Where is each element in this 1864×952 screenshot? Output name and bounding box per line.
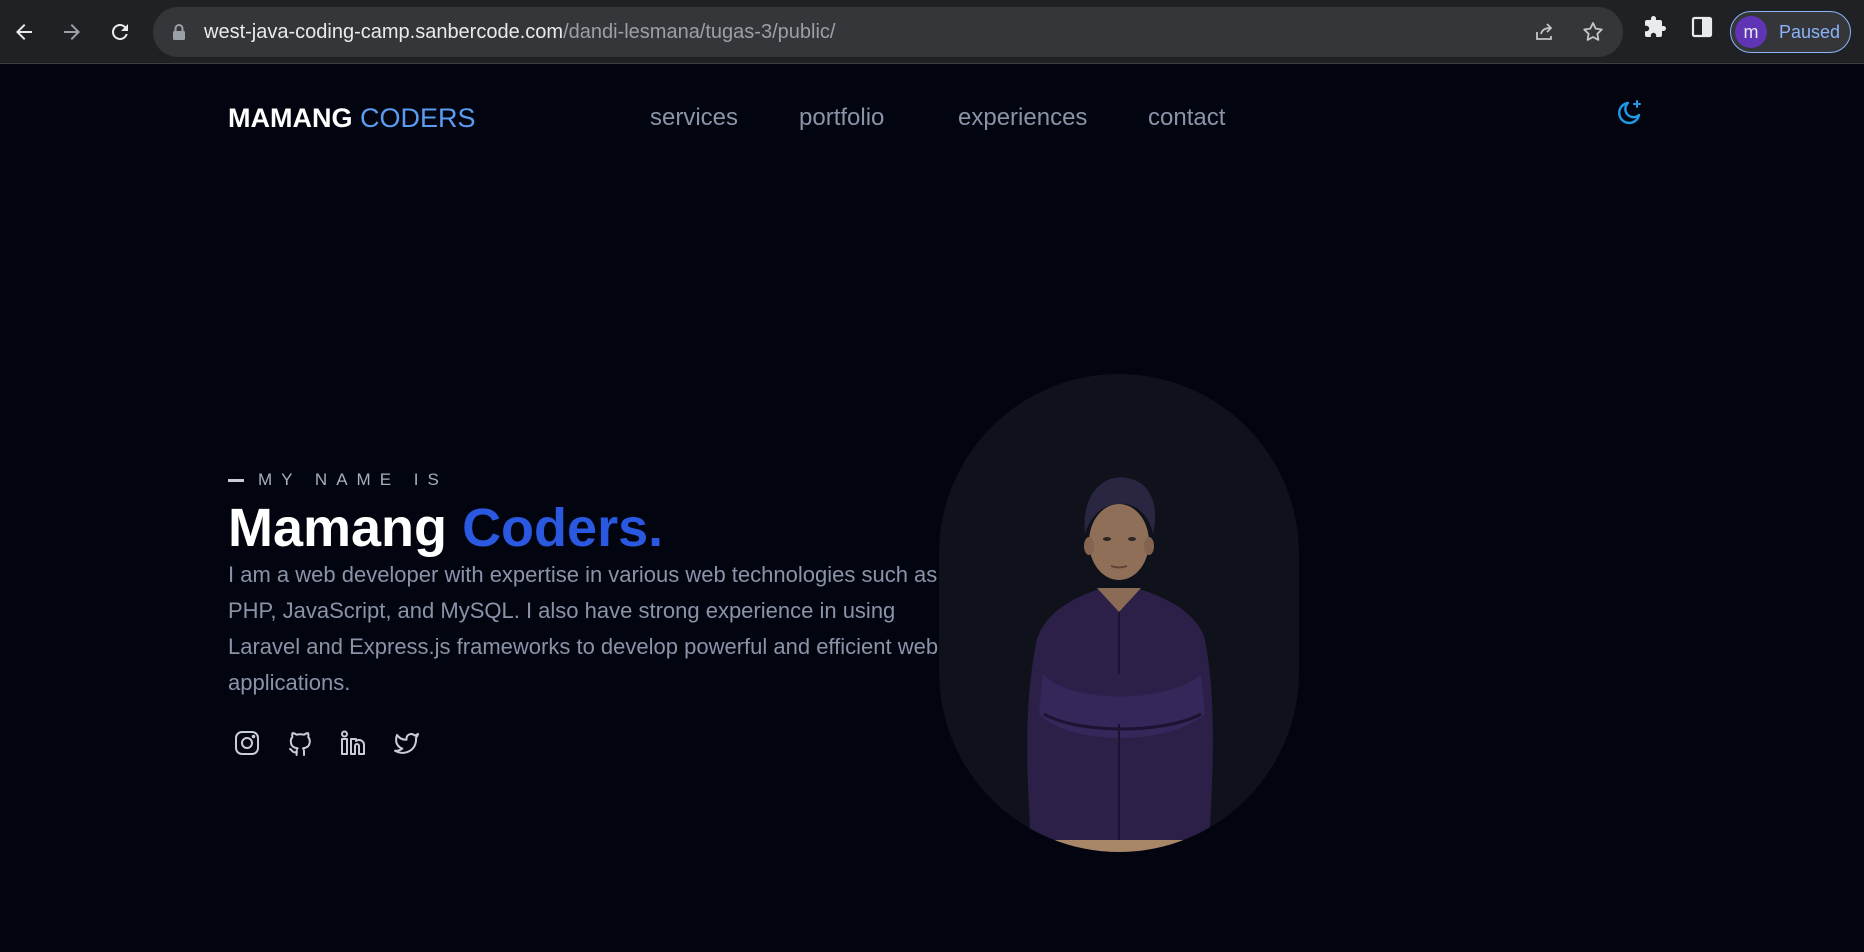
hero-name-accent: Coders. [462, 498, 664, 558]
nav-portfolio[interactable]: portfolio [799, 104, 884, 132]
back-icon [16, 24, 32, 40]
instagram-icon[interactable] [232, 728, 262, 758]
address-bar[interactable]: west-java-coding-camp.sanbercode.com/dan… [153, 7, 1623, 57]
logo-bold: MAMANG [228, 103, 353, 133]
hero-bio: I am a web developer with expertise in v… [228, 562, 939, 695]
linkedin-icon[interactable] [338, 728, 368, 758]
back-button[interactable] [4, 12, 44, 52]
browser-toolbar: west-java-coding-camp.sanbercode.com/dan… [0, 0, 1864, 64]
social-links [232, 728, 421, 758]
hero-name-first: Mamang [228, 498, 448, 558]
moon-sparkle-icon[interactable] [1614, 98, 1644, 132]
logo-accent: CODERS [360, 103, 476, 133]
profile-status: Paused [1779, 22, 1841, 42]
reload-button[interactable] [100, 12, 140, 52]
forward-icon [64, 24, 80, 40]
person-illustration [1027, 477, 1213, 852]
avatar: m [1735, 16, 1767, 48]
forward-button[interactable] [52, 12, 92, 52]
url-text[interactable]: west-java-coding-camp.sanbercode.com/dan… [204, 20, 835, 44]
hero-kicker: MY NAME IS [228, 470, 448, 490]
twitter-icon[interactable] [391, 728, 421, 758]
profile-button[interactable]: m Paused [1730, 11, 1851, 53]
page-viewport: MAMANG CODERS services portfolio experie… [0, 65, 1864, 952]
hero-title: Mamang Coders. [228, 497, 663, 559]
reload-icon [111, 23, 128, 40]
nav-experiences[interactable]: experiences [958, 104, 1087, 132]
lock-icon[interactable] [172, 23, 186, 45]
nav-contact[interactable]: contact [1148, 104, 1225, 132]
profile-photo [939, 374, 1299, 852]
site-logo[interactable]: MAMANG CODERS [228, 102, 476, 134]
extensions-icon[interactable] [1643, 15, 1667, 43]
share-icon[interactable] [1532, 20, 1556, 48]
url-path: /dandi-lesmana/tugas-3/public/ [563, 21, 836, 43]
url-host: west-java-coding-camp.sanbercode.com [204, 21, 564, 43]
github-icon[interactable] [285, 728, 315, 758]
kicker-text: MY NAME IS [258, 470, 448, 489]
side-panel-icon[interactable] [1690, 15, 1714, 43]
star-icon[interactable] [1581, 20, 1605, 48]
nav-services[interactable]: services [650, 104, 738, 132]
kicker-dash [228, 478, 244, 482]
